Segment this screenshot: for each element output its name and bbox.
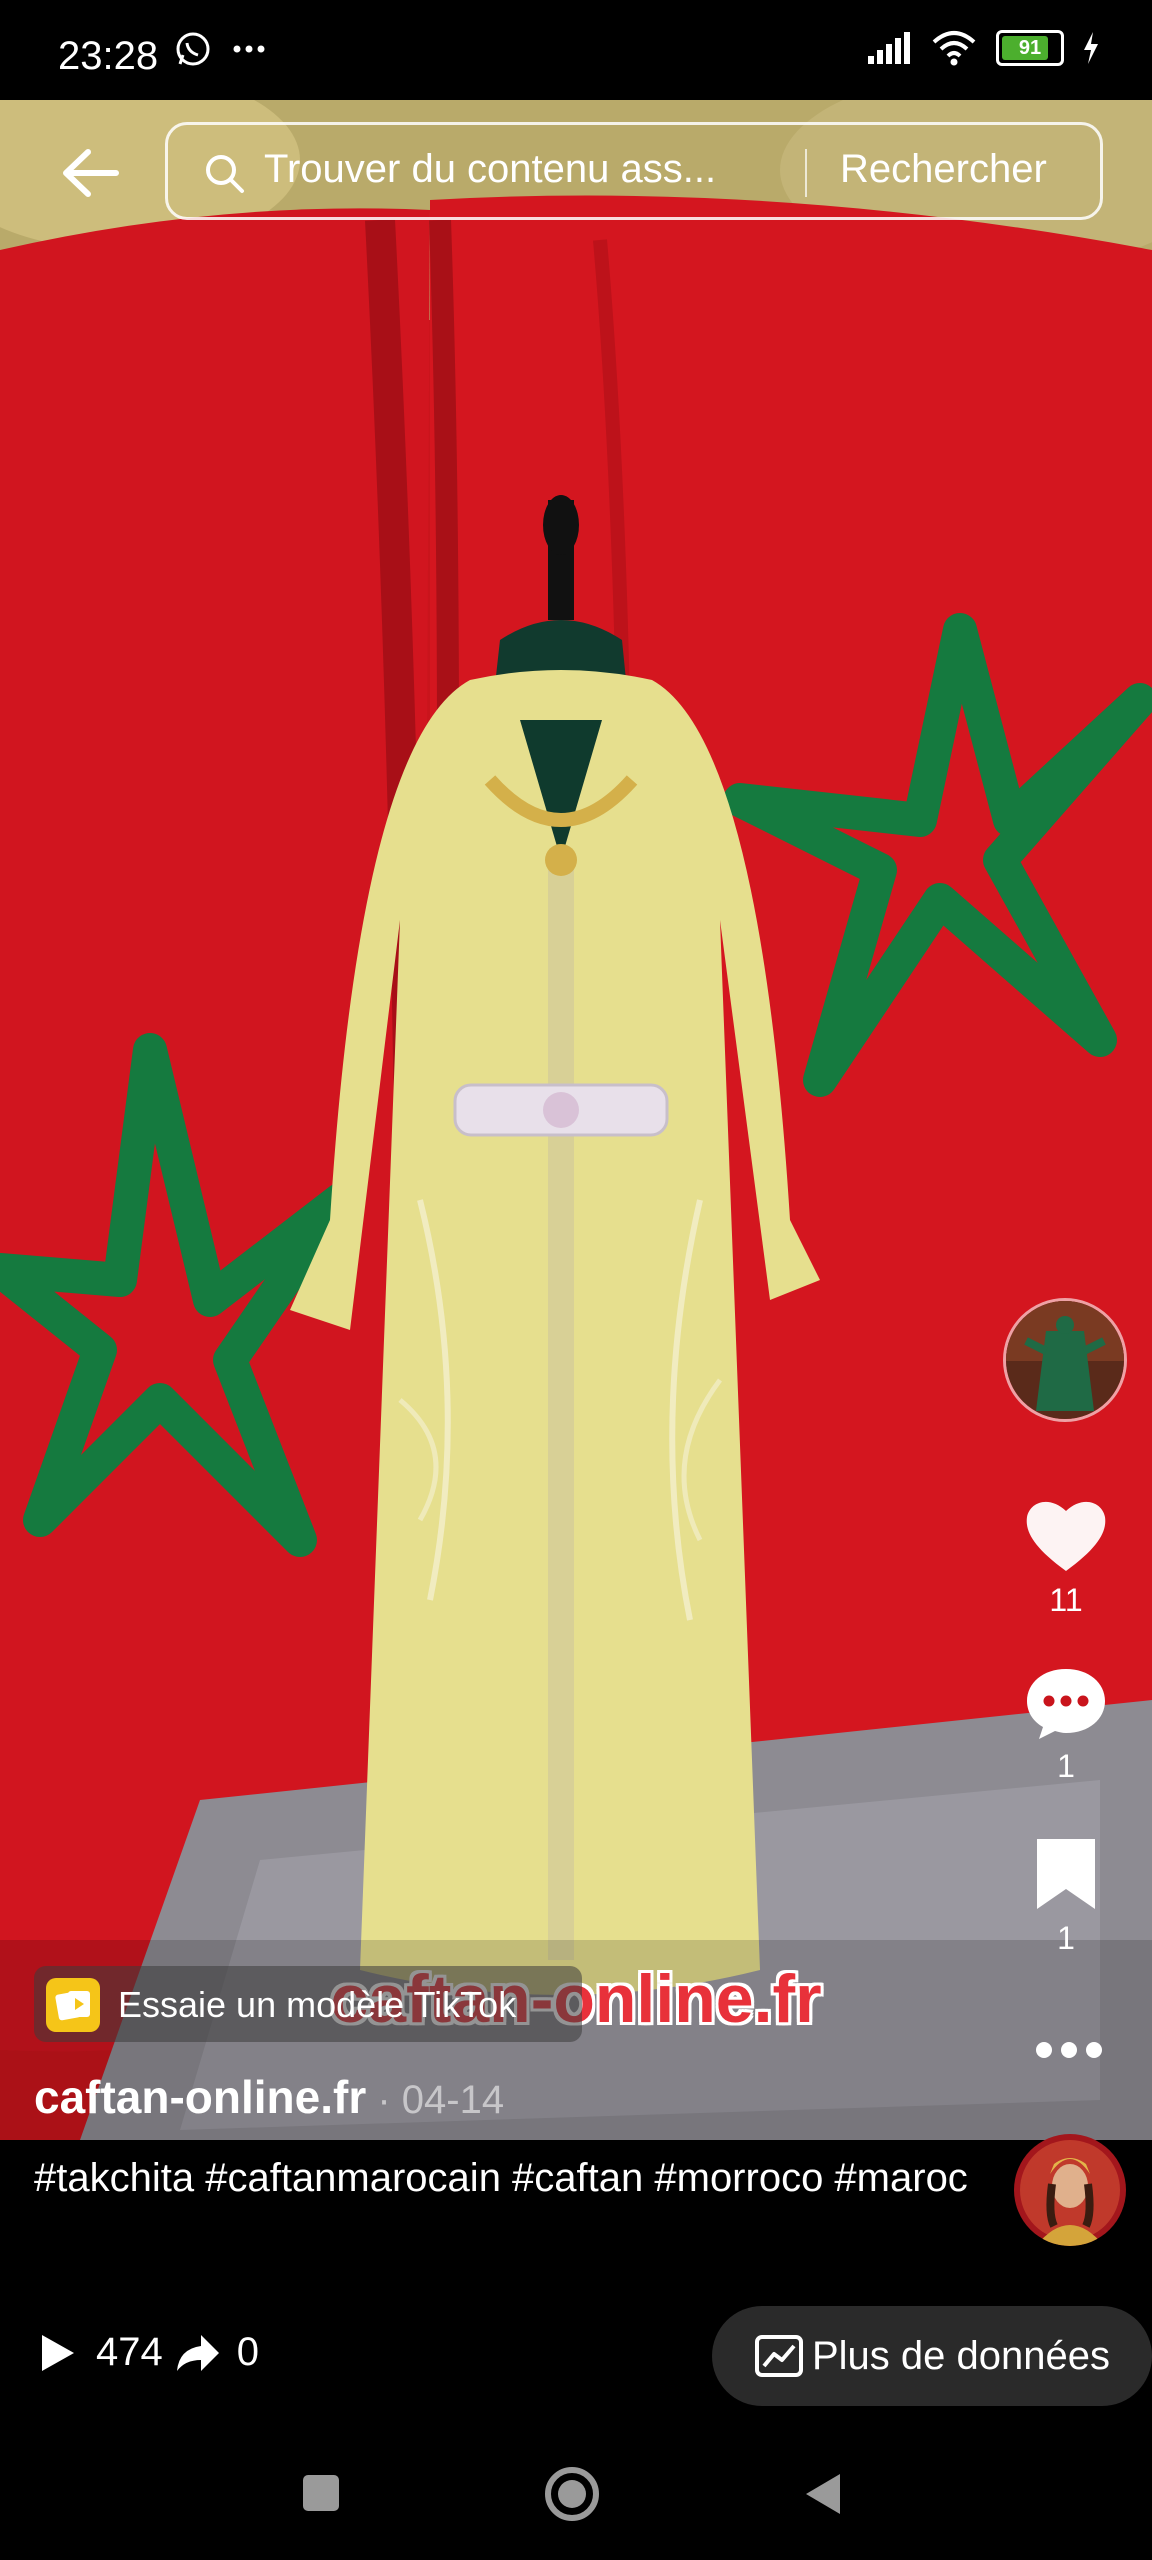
back-nav-icon[interactable] bbox=[800, 2470, 844, 2518]
avatar-image bbox=[1014, 2134, 1126, 2246]
system-nav-bar bbox=[0, 2440, 1152, 2560]
heart-icon[interactable] bbox=[1023, 1495, 1109, 1575]
stats-row: 474 0 bbox=[38, 2330, 259, 2375]
more-data-button[interactable]: Plus de données bbox=[712, 2306, 1152, 2406]
more-dots-icon bbox=[233, 45, 265, 53]
like-count: 11 bbox=[1049, 1582, 1083, 1618]
share-icon bbox=[176, 2334, 219, 2371]
recent-apps-icon[interactable] bbox=[300, 2472, 342, 2514]
whatsapp-icon bbox=[176, 32, 210, 66]
chart-icon bbox=[754, 2335, 803, 2377]
search-input[interactable]: Trouver du contenu ass... bbox=[264, 147, 716, 192]
comment-icon[interactable] bbox=[1023, 1665, 1109, 1741]
save-action[interactable]: 1 bbox=[1020, 1835, 1112, 1957]
play-icon bbox=[42, 2334, 74, 2371]
search-box[interactable]: Trouver du contenu ass... Rechercher bbox=[165, 122, 1103, 220]
battery-level: 91 bbox=[1018, 36, 1042, 59]
author-row: caftan-online.fr · 04-14 bbox=[34, 2070, 504, 2124]
video-frame bbox=[0, 100, 1152, 2140]
avatar[interactable] bbox=[1014, 2134, 1126, 2246]
like-action[interactable]: 11 bbox=[1020, 1495, 1112, 1619]
sound-disc[interactable] bbox=[1003, 1298, 1127, 1422]
post-date: · 04-14 bbox=[366, 2078, 505, 2122]
more-data-label: Plus de données bbox=[811, 2333, 1110, 2378]
template-icon bbox=[46, 1978, 100, 2032]
home-icon[interactable] bbox=[544, 2466, 600, 2522]
author-name[interactable]: caftan-online.fr bbox=[34, 2071, 366, 2123]
wifi-icon bbox=[932, 31, 976, 66]
search-icon bbox=[206, 155, 244, 193]
share-count: 0 bbox=[236, 2330, 259, 2374]
search-divider bbox=[805, 149, 807, 197]
play-count: 474 bbox=[96, 2330, 163, 2374]
sound-thumbnail bbox=[1006, 1301, 1124, 1419]
signal-icon bbox=[868, 32, 910, 64]
video-player[interactable]: caftan-online.fr bbox=[0, 100, 1152, 2140]
save-count: 1 bbox=[1057, 1920, 1075, 1956]
comment-action[interactable]: 1 bbox=[1020, 1665, 1112, 1785]
battery-icon: 91 bbox=[996, 30, 1064, 66]
template-label: Essaie un modèle TikTok bbox=[118, 1984, 517, 2025]
search-row: Trouver du contenu ass... Rechercher bbox=[0, 118, 1152, 228]
back-arrow-icon[interactable] bbox=[56, 138, 126, 208]
status-icons-right: 91 bbox=[866, 30, 1100, 66]
status-bar: 23:28 91 bbox=[0, 0, 1152, 100]
post-caption[interactable]: #takchita #caftanmarocain #caftan #morro… bbox=[34, 2150, 994, 2206]
status-time: 23:28 bbox=[58, 34, 159, 78]
more-options-icon[interactable] bbox=[1034, 2040, 1104, 2060]
comment-count: 1 bbox=[1057, 1748, 1075, 1784]
template-chip[interactable]: Essaie un modèle TikTok bbox=[34, 1966, 582, 2042]
status-icons-left bbox=[174, 30, 266, 68]
search-button[interactable]: Rechercher bbox=[840, 147, 1047, 192]
charging-icon bbox=[1084, 32, 1098, 64]
bookmark-icon[interactable] bbox=[1031, 1835, 1101, 1913]
